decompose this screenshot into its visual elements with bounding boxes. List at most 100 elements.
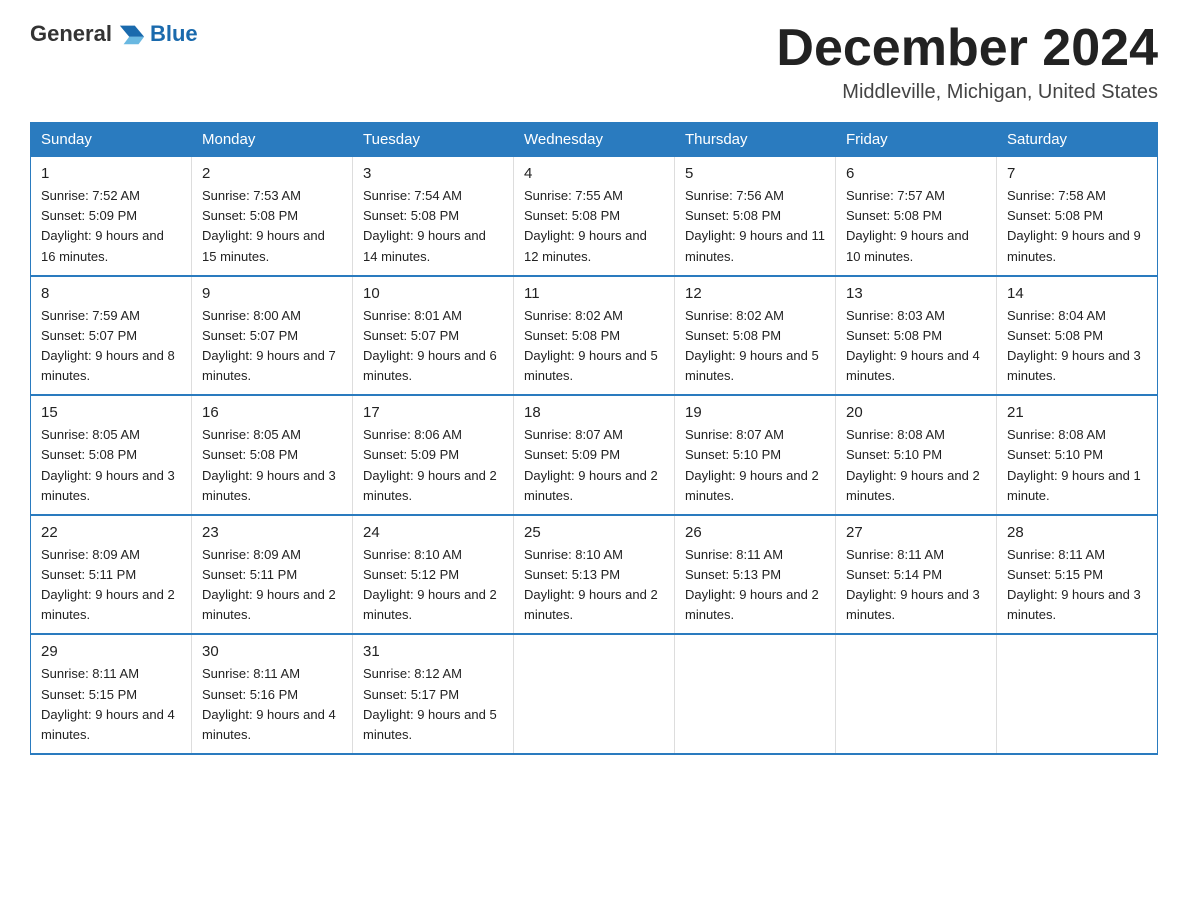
calendar-cell: 21 Sunrise: 8:08 AMSunset: 5:10 PMDaylig… [997,395,1158,515]
day-number: 10 [363,285,503,302]
day-number: 20 [846,404,986,421]
day-number: 14 [1007,285,1147,302]
day-number: 31 [363,643,503,660]
day-info: Sunrise: 8:05 AMSunset: 5:08 PMDaylight:… [41,425,181,506]
day-number: 12 [685,285,825,302]
day-info: Sunrise: 8:11 AMSunset: 5:14 PMDaylight:… [846,545,986,626]
calendar-cell: 23 Sunrise: 8:09 AMSunset: 5:11 PMDaylig… [192,515,353,635]
calendar-cell: 17 Sunrise: 8:06 AMSunset: 5:09 PMDaylig… [353,395,514,515]
day-number: 11 [524,285,664,302]
week-row-2: 8 Sunrise: 7:59 AMSunset: 5:07 PMDayligh… [31,276,1158,396]
header-day-sunday: Sunday [31,123,192,157]
day-info: Sunrise: 8:08 AMSunset: 5:10 PMDaylight:… [1007,425,1147,506]
header-day-thursday: Thursday [675,123,836,157]
logo-icon [118,20,146,48]
calendar-cell: 16 Sunrise: 8:05 AMSunset: 5:08 PMDaylig… [192,395,353,515]
day-info: Sunrise: 7:55 AMSunset: 5:08 PMDaylight:… [524,186,664,267]
day-info: Sunrise: 8:04 AMSunset: 5:08 PMDaylight:… [1007,306,1147,387]
day-info: Sunrise: 8:07 AMSunset: 5:09 PMDaylight:… [524,425,664,506]
header-row: SundayMondayTuesdayWednesdayThursdayFrid… [31,123,1158,157]
day-number: 26 [685,524,825,541]
header-day-friday: Friday [836,123,997,157]
calendar-cell: 4 Sunrise: 7:55 AMSunset: 5:08 PMDayligh… [514,157,675,276]
calendar-table: SundayMondayTuesdayWednesdayThursdayFrid… [30,122,1158,755]
day-number: 29 [41,643,181,660]
week-row-3: 15 Sunrise: 8:05 AMSunset: 5:08 PMDaylig… [31,395,1158,515]
day-info: Sunrise: 7:54 AMSunset: 5:08 PMDaylight:… [363,186,503,267]
day-info: Sunrise: 7:56 AMSunset: 5:08 PMDaylight:… [685,186,825,267]
day-number: 27 [846,524,986,541]
calendar-cell: 15 Sunrise: 8:05 AMSunset: 5:08 PMDaylig… [31,395,192,515]
calendar-cell: 26 Sunrise: 8:11 AMSunset: 5:13 PMDaylig… [675,515,836,635]
day-number: 2 [202,165,342,182]
day-info: Sunrise: 8:03 AMSunset: 5:08 PMDaylight:… [846,306,986,387]
day-number: 13 [846,285,986,302]
day-info: Sunrise: 8:08 AMSunset: 5:10 PMDaylight:… [846,425,986,506]
title-block: December 2024 Middleville, Michigan, Uni… [776,20,1158,104]
calendar-cell: 31 Sunrise: 8:12 AMSunset: 5:17 PMDaylig… [353,634,514,754]
day-number: 28 [1007,524,1147,541]
calendar-cell: 3 Sunrise: 7:54 AMSunset: 5:08 PMDayligh… [353,157,514,276]
day-number: 17 [363,404,503,421]
calendar-cell: 8 Sunrise: 7:59 AMSunset: 5:07 PMDayligh… [31,276,192,396]
day-number: 5 [685,165,825,182]
day-info: Sunrise: 8:02 AMSunset: 5:08 PMDaylight:… [685,306,825,387]
day-number: 8 [41,285,181,302]
calendar-body: 1 Sunrise: 7:52 AMSunset: 5:09 PMDayligh… [31,157,1158,754]
day-info: Sunrise: 8:11 AMSunset: 5:15 PMDaylight:… [41,664,181,745]
day-info: Sunrise: 7:58 AMSunset: 5:08 PMDaylight:… [1007,186,1147,267]
calendar-cell: 6 Sunrise: 7:57 AMSunset: 5:08 PMDayligh… [836,157,997,276]
calendar-cell: 7 Sunrise: 7:58 AMSunset: 5:08 PMDayligh… [997,157,1158,276]
header-day-tuesday: Tuesday [353,123,514,157]
calendar-cell [675,634,836,754]
week-row-5: 29 Sunrise: 8:11 AMSunset: 5:15 PMDaylig… [31,634,1158,754]
calendar-cell: 10 Sunrise: 8:01 AMSunset: 5:07 PMDaylig… [353,276,514,396]
calendar-cell: 2 Sunrise: 7:53 AMSunset: 5:08 PMDayligh… [192,157,353,276]
day-info: Sunrise: 8:02 AMSunset: 5:08 PMDaylight:… [524,306,664,387]
day-number: 22 [41,524,181,541]
calendar-cell: 14 Sunrise: 8:04 AMSunset: 5:08 PMDaylig… [997,276,1158,396]
calendar-cell: 30 Sunrise: 8:11 AMSunset: 5:16 PMDaylig… [192,634,353,754]
calendar-cell: 5 Sunrise: 7:56 AMSunset: 5:08 PMDayligh… [675,157,836,276]
logo-text-general: General [30,21,112,47]
day-info: Sunrise: 7:53 AMSunset: 5:08 PMDaylight:… [202,186,342,267]
day-info: Sunrise: 8:10 AMSunset: 5:12 PMDaylight:… [363,545,503,626]
calendar-cell: 12 Sunrise: 8:02 AMSunset: 5:08 PMDaylig… [675,276,836,396]
day-number: 16 [202,404,342,421]
calendar-cell: 11 Sunrise: 8:02 AMSunset: 5:08 PMDaylig… [514,276,675,396]
calendar-cell: 20 Sunrise: 8:08 AMSunset: 5:10 PMDaylig… [836,395,997,515]
day-number: 6 [846,165,986,182]
day-number: 1 [41,165,181,182]
day-number: 24 [363,524,503,541]
day-info: Sunrise: 8:01 AMSunset: 5:07 PMDaylight:… [363,306,503,387]
day-info: Sunrise: 8:09 AMSunset: 5:11 PMDaylight:… [202,545,342,626]
day-number: 25 [524,524,664,541]
day-number: 3 [363,165,503,182]
day-info: Sunrise: 8:07 AMSunset: 5:10 PMDaylight:… [685,425,825,506]
calendar-header: SundayMondayTuesdayWednesdayThursdayFrid… [31,123,1158,157]
day-number: 23 [202,524,342,541]
day-info: Sunrise: 8:05 AMSunset: 5:08 PMDaylight:… [202,425,342,506]
calendar-cell: 1 Sunrise: 7:52 AMSunset: 5:09 PMDayligh… [31,157,192,276]
calendar-cell: 9 Sunrise: 8:00 AMSunset: 5:07 PMDayligh… [192,276,353,396]
calendar-cell: 13 Sunrise: 8:03 AMSunset: 5:08 PMDaylig… [836,276,997,396]
calendar-cell: 28 Sunrise: 8:11 AMSunset: 5:15 PMDaylig… [997,515,1158,635]
calendar-cell: 22 Sunrise: 8:09 AMSunset: 5:11 PMDaylig… [31,515,192,635]
day-number: 30 [202,643,342,660]
calendar-cell: 19 Sunrise: 8:07 AMSunset: 5:10 PMDaylig… [675,395,836,515]
day-info: Sunrise: 7:52 AMSunset: 5:09 PMDaylight:… [41,186,181,267]
day-info: Sunrise: 8:09 AMSunset: 5:11 PMDaylight:… [41,545,181,626]
day-info: Sunrise: 8:12 AMSunset: 5:17 PMDaylight:… [363,664,503,745]
day-number: 21 [1007,404,1147,421]
logo-text-blue: Blue [150,21,198,47]
calendar-cell: 24 Sunrise: 8:10 AMSunset: 5:12 PMDaylig… [353,515,514,635]
location: Middleville, Michigan, United States [776,81,1158,104]
day-number: 4 [524,165,664,182]
day-info: Sunrise: 8:10 AMSunset: 5:13 PMDaylight:… [524,545,664,626]
page-header: General Blue December 2024 Middleville, … [30,20,1158,104]
calendar-cell: 25 Sunrise: 8:10 AMSunset: 5:13 PMDaylig… [514,515,675,635]
day-info: Sunrise: 8:11 AMSunset: 5:13 PMDaylight:… [685,545,825,626]
calendar-cell [997,634,1158,754]
week-row-4: 22 Sunrise: 8:09 AMSunset: 5:11 PMDaylig… [31,515,1158,635]
day-number: 15 [41,404,181,421]
